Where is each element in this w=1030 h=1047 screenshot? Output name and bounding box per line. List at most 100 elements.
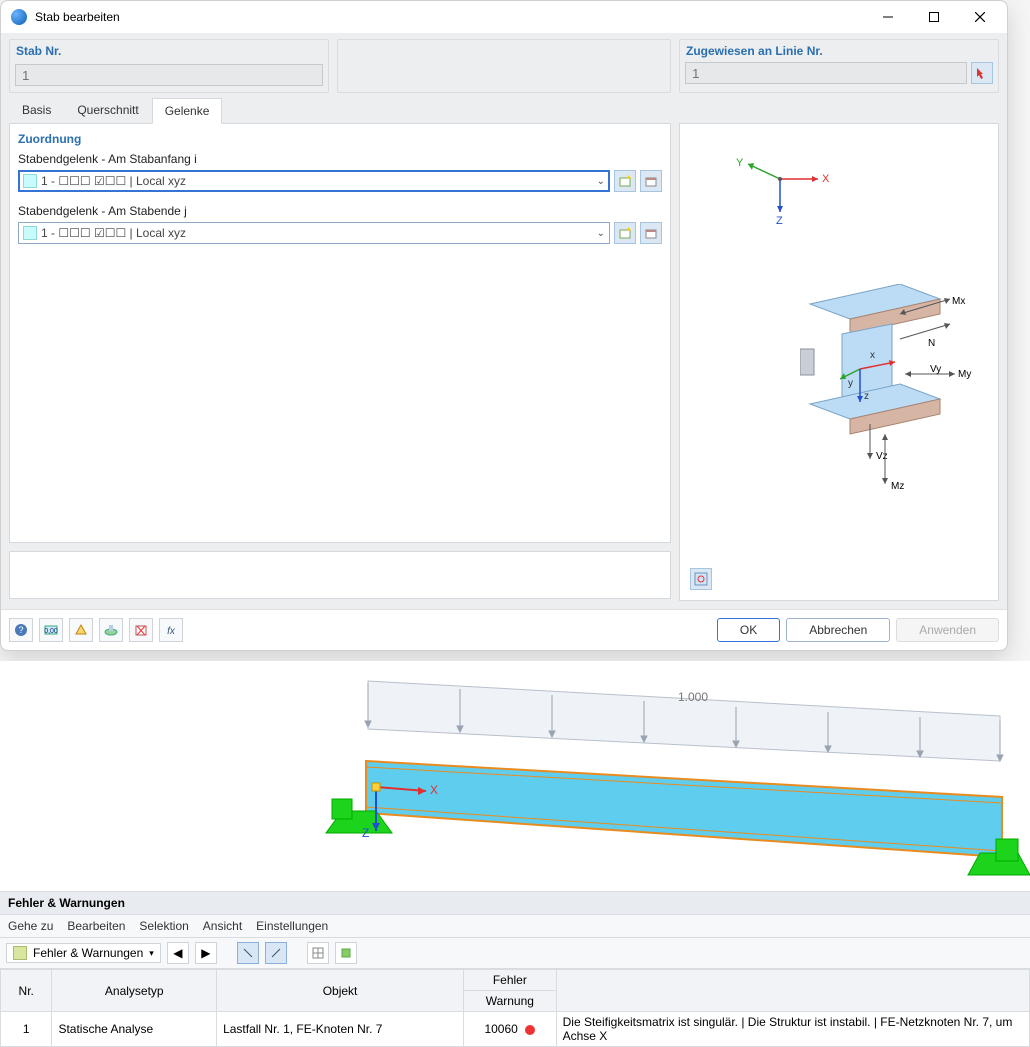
prev-error-button[interactable]: ◀ bbox=[167, 942, 189, 964]
filter2-button[interactable] bbox=[265, 942, 287, 964]
menu-goto[interactable]: Gehe zu bbox=[8, 919, 53, 933]
cell-msg: Die Steifigkeitsmatrix ist singulär. | D… bbox=[556, 1012, 1029, 1047]
svg-text:X: X bbox=[430, 783, 438, 797]
chevron-down-icon: ⌄ bbox=[597, 176, 605, 187]
svg-text:Z: Z bbox=[776, 215, 783, 224]
errors-title: Fehler & Warnungen bbox=[0, 892, 1030, 915]
hinge-j-value: 1 - ☐☐☐ ☑☐☐ | Local xyz bbox=[41, 226, 593, 240]
assigned-line-panel: Zugewiesen an Linie Nr. bbox=[679, 39, 999, 93]
export-button[interactable] bbox=[335, 942, 357, 964]
beam-diagram-icon: x y z N Mx bbox=[800, 284, 980, 504]
hinge-j-new-button[interactable] bbox=[614, 222, 636, 244]
hinge-i-color-swatch bbox=[23, 174, 37, 188]
chevron-down-icon: ⌄ bbox=[597, 228, 605, 239]
col-warnung[interactable]: Warnung bbox=[464, 991, 557, 1012]
svg-text:Vz: Vz bbox=[876, 451, 888, 462]
hinge-i-label: Stabendgelenk - Am Stabanfang i bbox=[18, 152, 662, 166]
dialog-toolbar: ? 0,00 fx OK Abbrechen Anwenden bbox=[1, 609, 1007, 650]
svg-text:?: ? bbox=[18, 625, 23, 635]
assigned-line-label: Zugewiesen an Linie Nr. bbox=[680, 40, 998, 62]
titlebar: Stab bearbeiten bbox=[1, 1, 1007, 33]
middle-panel bbox=[337, 39, 671, 93]
errors-table: Nr. Analysetyp Objekt Fehler Warnung 1 S… bbox=[0, 969, 1030, 1047]
assigned-line-input[interactable] bbox=[685, 62, 967, 84]
preview-panel: X Y Z bbox=[679, 123, 999, 601]
table-row[interactable]: 1 Statische Analyse Lastfall Nr. 1, FE-K… bbox=[1, 1012, 1030, 1047]
chevron-down-icon: ▾ bbox=[149, 948, 154, 959]
member-number-input[interactable] bbox=[15, 64, 323, 86]
maximize-button[interactable] bbox=[911, 2, 957, 32]
menu-edit[interactable]: Bearbeiten bbox=[67, 919, 125, 933]
axis-triad-icon: X Y Z bbox=[730, 154, 830, 224]
render-button[interactable] bbox=[99, 618, 123, 642]
menu-view[interactable]: Ansicht bbox=[203, 919, 242, 933]
tab-basis[interactable]: Basis bbox=[9, 97, 64, 123]
col-obj[interactable]: Objekt bbox=[217, 970, 464, 1012]
svg-text:N: N bbox=[928, 338, 935, 349]
svg-text:Mx: Mx bbox=[952, 296, 965, 307]
apply-button[interactable]: Anwenden bbox=[896, 618, 999, 642]
support-button[interactable] bbox=[69, 618, 93, 642]
edit-member-dialog: Stab bearbeiten Stab Nr. Zugewiesen an L… bbox=[0, 0, 1008, 651]
svg-text:0,00: 0,00 bbox=[44, 628, 58, 635]
lower-blank-panel bbox=[9, 551, 671, 599]
hinge-j-color-swatch bbox=[23, 226, 37, 240]
svg-text:Vy: Vy bbox=[930, 364, 941, 375]
category-icon bbox=[13, 946, 27, 960]
hinge-i-value: 1 - ☐☐☐ ☑☐☐ | Local xyz bbox=[41, 174, 593, 188]
hinge-i-dropdown[interactable]: 1 - ☐☐☐ ☑☐☐ | Local xyz ⌄ bbox=[18, 170, 610, 192]
menu-settings[interactable]: Einstellungen bbox=[256, 919, 328, 933]
window-title: Stab bearbeiten bbox=[35, 10, 865, 24]
hinge-j-dropdown[interactable]: 1 - ☐☐☐ ☑☐☐ | Local xyz ⌄ bbox=[18, 222, 610, 244]
svg-text:Z: Z bbox=[362, 826, 369, 840]
grid-button[interactable] bbox=[307, 942, 329, 964]
tab-gelenke[interactable]: Gelenke bbox=[152, 98, 223, 124]
menu-selection[interactable]: Selektion bbox=[139, 919, 188, 933]
member-number-label: Stab Nr. bbox=[10, 40, 328, 62]
errors-toolbar: Fehler & Warnungen ▾ ◀ ▶ bbox=[0, 938, 1030, 969]
tabs-band: Basis Querschnitt Gelenke bbox=[9, 97, 999, 123]
units-button[interactable]: 0,00 bbox=[39, 618, 63, 642]
ok-button[interactable]: OK bbox=[717, 618, 780, 642]
col-fehler[interactable]: Fehler bbox=[464, 970, 557, 991]
svg-text:x: x bbox=[870, 350, 875, 361]
hinge-i-edit-button[interactable] bbox=[640, 170, 662, 192]
errors-category-dropdown[interactable]: Fehler & Warnungen ▾ bbox=[6, 943, 161, 963]
pick-line-button[interactable] bbox=[971, 62, 993, 84]
svg-text:1.000: 1.000 bbox=[678, 690, 708, 704]
error-icon bbox=[525, 1025, 535, 1035]
hinge-i-new-button[interactable] bbox=[614, 170, 636, 192]
svg-text:Mz: Mz bbox=[891, 481, 904, 492]
help-button[interactable]: ? bbox=[9, 618, 33, 642]
svg-text:My: My bbox=[958, 369, 971, 380]
next-error-button[interactable]: ▶ bbox=[195, 942, 217, 964]
cell-code: 10060 bbox=[464, 1012, 557, 1047]
zuordnung-heading: Zuordnung bbox=[18, 132, 662, 146]
cell-nr: 1 bbox=[1, 1012, 52, 1047]
col-nr[interactable]: Nr. bbox=[1, 970, 52, 1012]
errors-category-label: Fehler & Warnungen bbox=[33, 946, 143, 960]
close-button[interactable] bbox=[957, 2, 1003, 32]
model-viewport[interactable]: 1.000 X Z bbox=[0, 661, 1030, 891]
hinge-j-edit-button[interactable] bbox=[640, 222, 662, 244]
svg-text:y: y bbox=[848, 378, 853, 389]
col-type[interactable]: Analysetyp bbox=[52, 970, 217, 1012]
errors-menu: Gehe zu Bearbeiten Selektion Ansicht Ein… bbox=[0, 915, 1030, 938]
svg-text:z: z bbox=[864, 391, 869, 402]
tab-list: Basis Querschnitt Gelenke bbox=[9, 97, 999, 123]
svg-text:X: X bbox=[822, 173, 830, 185]
app-icon bbox=[11, 9, 27, 25]
function-button[interactable]: fx bbox=[159, 618, 183, 642]
member-number-panel: Stab Nr. bbox=[9, 39, 329, 93]
filter1-button[interactable] bbox=[237, 942, 259, 964]
hinge-j-label: Stabendgelenk - Am Stabende j bbox=[18, 204, 662, 218]
cancel-button[interactable]: Abbrechen bbox=[786, 618, 890, 642]
hinges-panel: Zuordnung Stabendgelenk - Am Stabanfang … bbox=[9, 123, 671, 543]
cell-obj: Lastfall Nr. 1, FE-Knoten Nr. 7 bbox=[217, 1012, 464, 1047]
minimize-button[interactable] bbox=[865, 2, 911, 32]
tab-querschnitt[interactable]: Querschnitt bbox=[64, 97, 151, 123]
svg-text:fx: fx bbox=[167, 626, 176, 637]
delete-button[interactable] bbox=[129, 618, 153, 642]
errors-panel: Fehler & Warnungen Gehe zu Bearbeiten Se… bbox=[0, 891, 1030, 1047]
preview-settings-button[interactable] bbox=[690, 568, 712, 590]
